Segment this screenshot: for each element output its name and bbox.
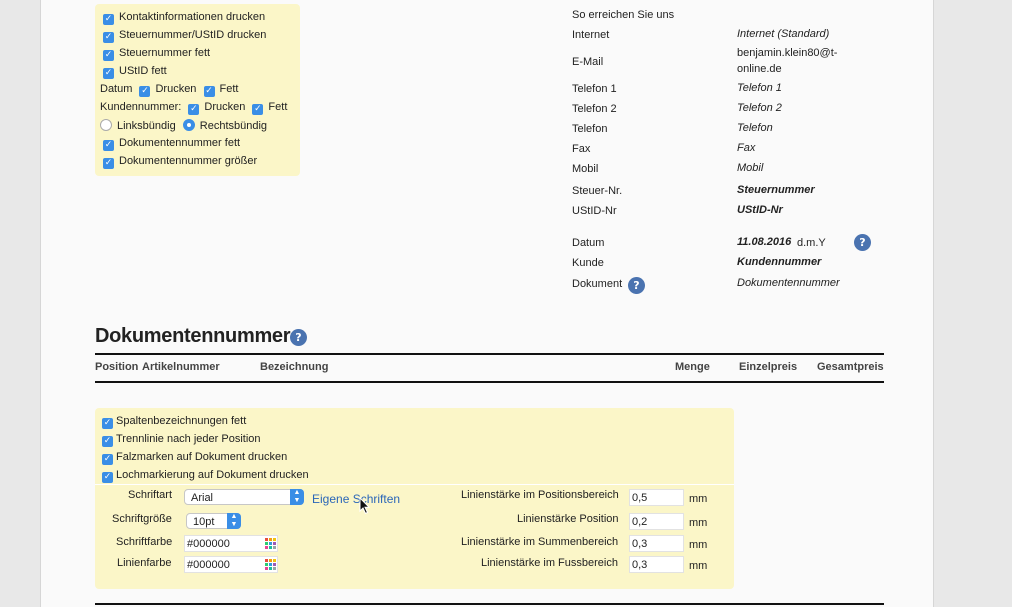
contact-label-ustid: UStID-Nr <box>572 205 617 217</box>
contact-label-telefon2: Telefon 2 <box>572 103 617 115</box>
schriftfarbe-label: Schriftfarbe <box>116 536 173 548</box>
schriftgroesse-select[interactable]: 10pt ▲ ▼ <box>186 513 241 529</box>
panel-divider <box>95 484 734 485</box>
contact-value-dokument[interactable]: Dokumentennummer <box>737 277 840 289</box>
unit-mm: mm <box>689 539 708 551</box>
contact-value-fax[interactable]: Fax <box>737 142 755 154</box>
option-spaltenbezeichnungen-fett[interactable]: ✓ Spaltenbezeichnungen fett <box>102 415 246 429</box>
option-kontaktinformationen[interactable]: ✓ Kontaktinformationen drucken <box>103 11 265 25</box>
contact-label-telefon: Telefon <box>572 123 608 135</box>
linienstaerke-position-input[interactable]: 0,2 <box>629 513 684 530</box>
checkbox-icon[interactable]: ✓ <box>102 436 113 447</box>
linienstaerke-positionsbereich-label: Linienstärke im Positionsbereich <box>461 489 619 501</box>
date-format[interactable]: d.m.Y <box>797 237 826 249</box>
schriftgroesse-label: Schriftgröße <box>112 513 172 525</box>
kundennummer-fett-checkbox[interactable]: ✓ <box>252 104 264 115</box>
section-help-icon[interactable]: ? <box>290 329 307 346</box>
linienstaerke-fussbereich-label: Linienstärke im Fussbereich <box>481 557 618 569</box>
datum-drucken-checkbox[interactable]: ✓ <box>139 86 151 97</box>
linienstaerke-summenbereich-input[interactable]: 0,3 <box>629 535 684 552</box>
header-options-panel: ✓ Kontaktinformationen drucken ✓ Steuernum… <box>95 4 300 176</box>
linienstaerke-fussbereich-input[interactable]: 0,3 <box>629 556 684 573</box>
linienfarbe-label: Linienfarbe <box>117 557 172 569</box>
contact-label-telefon1: Telefon 1 <box>572 83 617 95</box>
schriftfarbe-input[interactable]: #000000 <box>184 535 278 552</box>
checkbox-icon[interactable]: ✓ <box>103 140 114 151</box>
radio-linksbuendig[interactable] <box>100 119 112 131</box>
contact-value-email-line2[interactable]: online.de <box>737 63 782 75</box>
linienstaerke-positionsbereich-input[interactable]: 0,5 <box>629 489 684 506</box>
datum-fett-checkbox[interactable]: ✓ <box>203 86 215 97</box>
document-page: ✓ Kontaktinformationen drucken ✓ Steuernum… <box>40 0 934 607</box>
column-bezeichnung: Bezeichnung <box>260 361 329 373</box>
unit-mm: mm <box>689 517 708 529</box>
contact-label-fax: Fax <box>572 143 591 155</box>
option-dokumentennummer-groesser[interactable]: ✓ Dokumentennummer größer <box>103 155 257 169</box>
option-steuernummer-ustid[interactable]: ✓ Steuernummer/UStID drucken <box>103 29 266 43</box>
contact-label-internet: Internet <box>572 29 610 41</box>
checkbox-icon[interactable]: ✓ <box>102 418 113 429</box>
mouse-cursor-icon <box>359 497 371 515</box>
checkbox-icon[interactable]: ✓ <box>103 68 114 79</box>
eigene-schriften-link[interactable]: Eigene Schriften <box>312 492 400 506</box>
checkbox-icon[interactable]: ✓ <box>103 32 114 43</box>
section-title: Dokumentennummer <box>95 325 291 347</box>
checkbox-icon[interactable]: ✓ <box>102 454 113 465</box>
option-steuernummer-fett[interactable]: ✓ Steuernummer fett <box>103 47 210 61</box>
contact-value-steuernr[interactable]: Steuernummer <box>737 184 815 196</box>
contact-label-email: E-Mail <box>572 56 604 68</box>
option-dokumentennummer-fett[interactable]: ✓ Dokumentennummer fett <box>103 137 240 151</box>
linienstaerke-summenbereich-label: Linienstärke im Summenbereich <box>461 536 619 548</box>
table-top-rule <box>95 353 884 355</box>
contact-heading: So erreichen Sie uns <box>572 9 675 21</box>
option-falzmarken[interactable]: ✓ Falzmarken auf Dokument drucken <box>102 451 287 465</box>
option-ustid-fett[interactable]: ✓ UStID fett <box>103 65 167 79</box>
column-artikelnummer: Artikelnummer <box>142 361 220 373</box>
contact-value-ustid[interactable]: UStID-Nr <box>737 204 783 216</box>
kundennummer-drucken-checkbox[interactable]: ✓ <box>188 104 200 115</box>
contact-label-mobil: Mobil <box>572 163 599 175</box>
schriftart-select[interactable]: Arial ▲ ▼ <box>184 489 304 505</box>
option-lochmarkierung[interactable]: ✓ Lochmarkierung auf Dokument drucken <box>102 469 309 483</box>
radio-rechtsbuendig[interactable] <box>182 119 195 131</box>
contact-label-dokument: Dokument <box>572 278 623 290</box>
dokument-help-icon[interactable]: ? <box>628 277 645 294</box>
contact-value-email-line1[interactable]: benjamin.klein80@t- <box>737 47 837 59</box>
contact-label-kunde: Kunde <box>572 257 604 269</box>
column-position: Position <box>95 361 139 373</box>
linienfarbe-input[interactable]: #000000 <box>184 556 278 573</box>
contact-value-internet[interactable]: Internet (Standard) <box>737 28 829 40</box>
contact-value-kunde[interactable]: Kundennummer <box>737 256 821 268</box>
contact-label-datum: Datum <box>572 237 605 249</box>
select-arrows-icon: ▲ ▼ <box>227 513 241 529</box>
contact-value-mobil[interactable]: Mobil <box>737 162 763 174</box>
contact-label-steuernr: Steuer-Nr. <box>572 185 623 197</box>
column-gesamtpreis: Gesamtpreis <box>817 361 884 373</box>
column-menge: Menge <box>675 361 710 373</box>
table-bottom-rule <box>95 603 884 605</box>
option-datum: Datum ✓ Drucken ✓ Fett <box>100 83 239 97</box>
contact-value-telefon1[interactable]: Telefon 1 <box>737 82 782 94</box>
column-einzelpreis: Einzelpreis <box>739 361 798 373</box>
checkbox-icon[interactable]: ✓ <box>103 158 114 169</box>
checkbox-icon[interactable]: ✓ <box>103 50 114 61</box>
select-arrows-icon: ▲ ▼ <box>290 489 304 505</box>
linienstaerke-position-label: Linienstärke Position <box>517 513 619 525</box>
table-header-rule <box>95 381 884 383</box>
contact-value-telefon[interactable]: Telefon <box>737 122 773 134</box>
contact-value-datum[interactable]: 11.08.2016 <box>737 236 791 248</box>
alignment-radio-group: Linksbündig Rechtsbündig <box>100 119 267 132</box>
datum-help-icon[interactable]: ? <box>854 234 871 251</box>
color-picker-icon[interactable] <box>265 538 276 549</box>
checkbox-icon[interactable]: ✓ <box>102 472 113 483</box>
option-kundennummer: Kundennummer: ✓ Drucken ✓ Fett <box>100 101 288 115</box>
contact-value-telefon2[interactable]: Telefon 2 <box>737 102 782 114</box>
color-picker-icon[interactable] <box>265 559 276 570</box>
option-trennlinie[interactable]: ✓ Trennlinie nach jeder Position <box>102 433 261 447</box>
checkbox-icon[interactable]: ✓ <box>103 14 114 25</box>
unit-mm: mm <box>689 560 708 572</box>
schriftart-label: Schriftart <box>128 489 173 501</box>
unit-mm: mm <box>689 493 708 505</box>
